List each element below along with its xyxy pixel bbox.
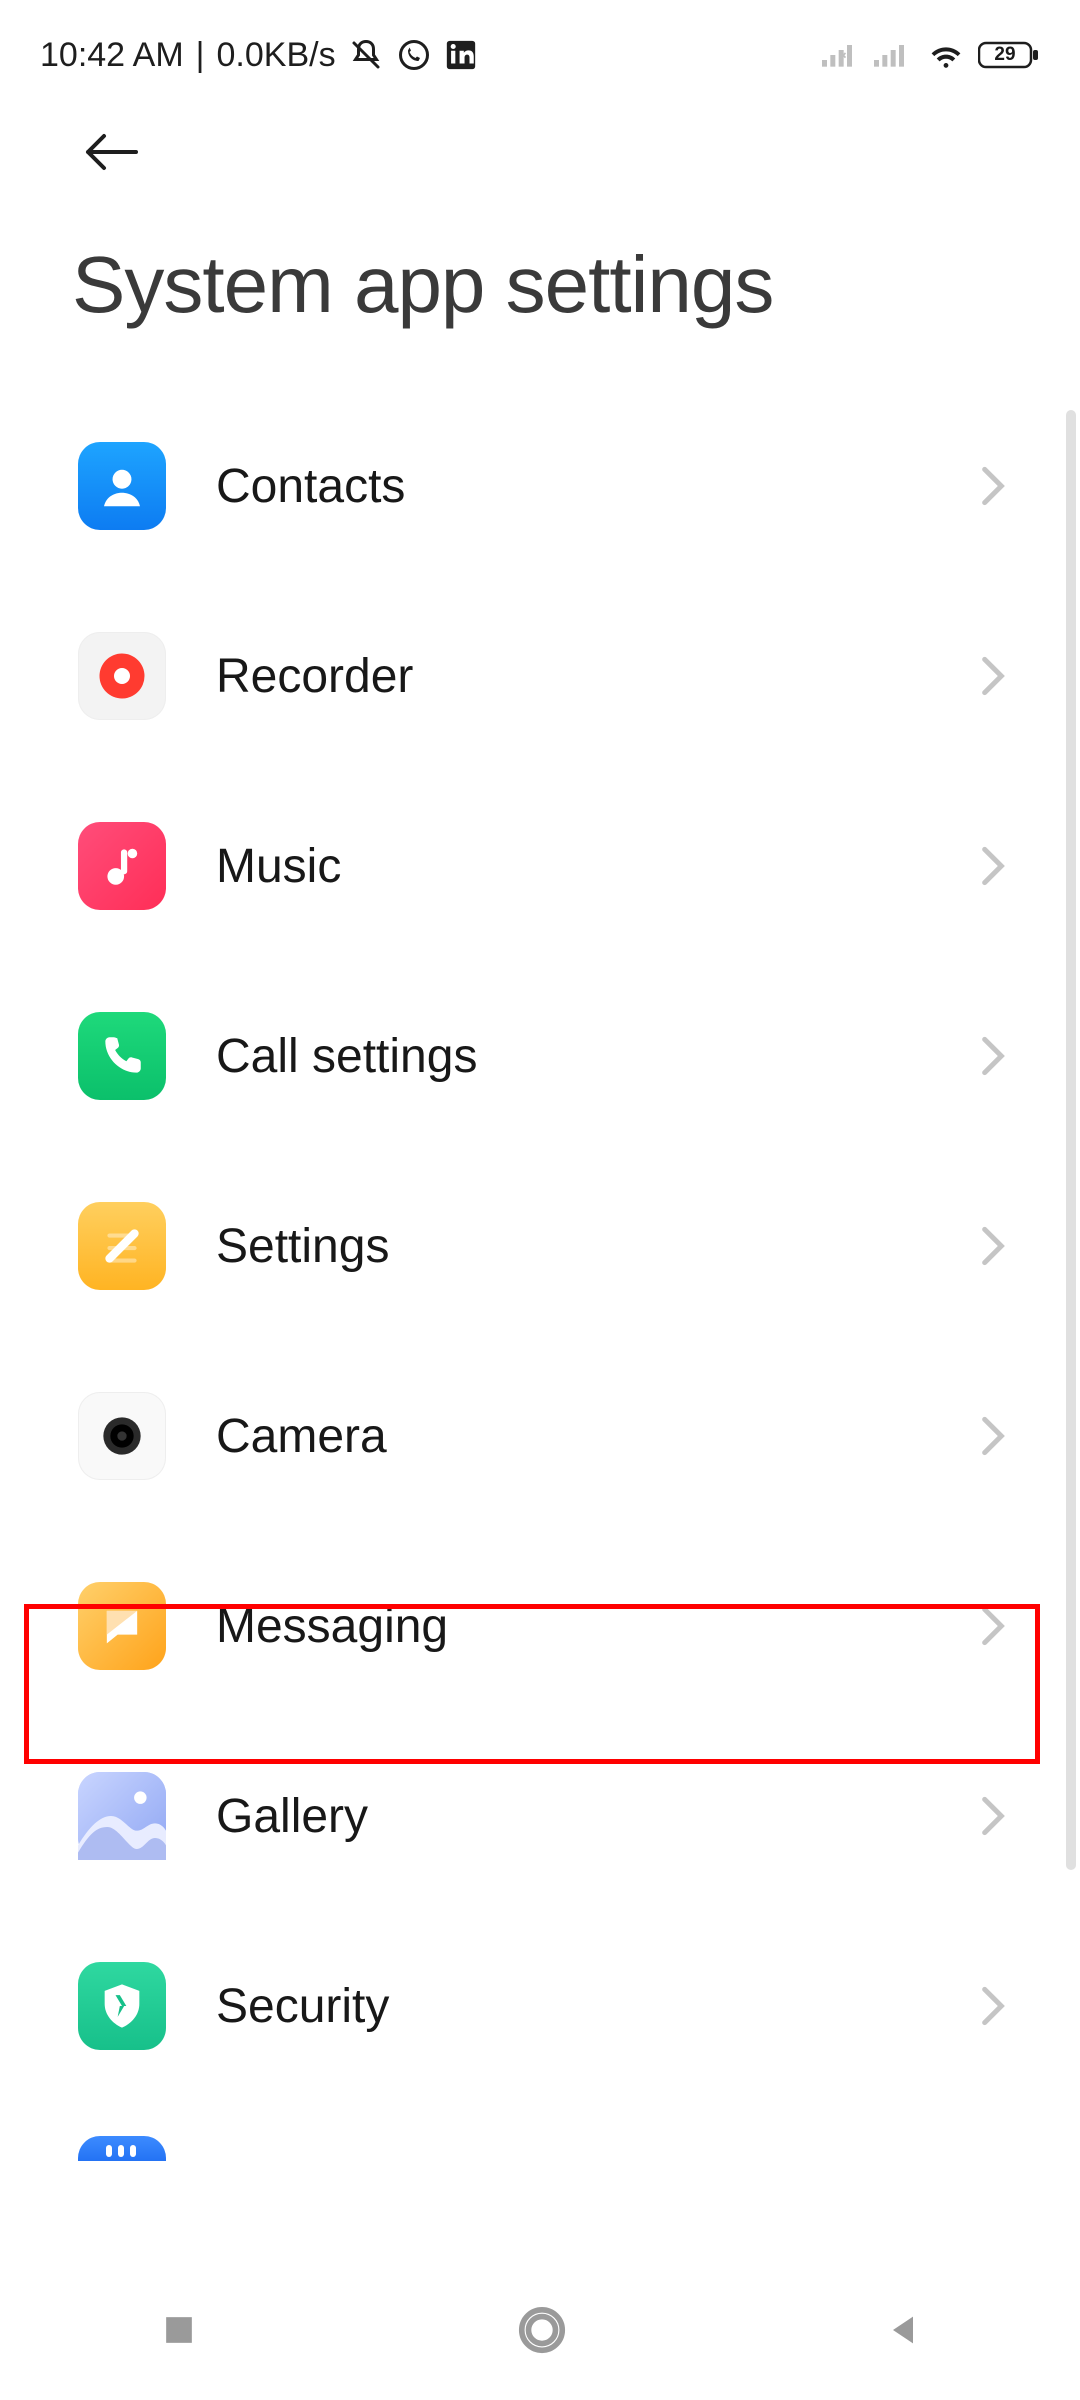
whatsapp-icon — [396, 37, 432, 73]
app-label: Call settings — [216, 1029, 980, 1084]
calendar-icon — [78, 2136, 166, 2161]
shield-icon — [78, 1962, 166, 2050]
chevron-right-icon — [980, 846, 1020, 886]
chevron-right-icon — [980, 656, 1020, 696]
app-row-contacts[interactable]: Contacts — [78, 391, 1040, 581]
app-row-call-settings[interactable]: Call settings — [78, 961, 1040, 1151]
status-time: 10:42 AM — [40, 36, 184, 75]
app-row-recorder[interactable]: Recorder — [78, 581, 1040, 771]
signal1-icon — [822, 40, 862, 70]
app-label: Contacts — [216, 459, 980, 514]
signal2-icon — [874, 40, 914, 70]
dnd-icon — [348, 37, 384, 73]
battery-level: 29 — [978, 40, 1032, 70]
app-list: Contacts Recorder Music Call settings Se… — [0, 391, 1080, 2161]
contacts-icon — [78, 442, 166, 530]
gallery-icon — [78, 1772, 166, 1860]
app-label: Settings — [216, 1219, 980, 1274]
phone-icon — [78, 1012, 166, 1100]
status-left: 10:42 AM | 0.0KB/s — [40, 36, 478, 75]
chevron-right-icon — [980, 1986, 1020, 2026]
nav-back-button[interactable] — [883, 2310, 923, 2350]
status-sep: | — [196, 36, 205, 75]
app-row-music[interactable]: Music — [78, 771, 1040, 961]
app-label: Security — [216, 1979, 980, 2034]
chevron-right-icon — [980, 1036, 1020, 1076]
battery-icon: 29 — [978, 40, 1040, 70]
camera-icon — [78, 1392, 166, 1480]
app-row-messaging[interactable]: Messaging — [78, 1531, 1040, 1721]
page-title: System app settings — [0, 219, 1080, 391]
app-row-gallery[interactable]: Gallery — [78, 1721, 1040, 1911]
chevron-right-icon — [980, 1606, 1020, 1646]
app-label: Messaging — [216, 1599, 980, 1654]
scrollbar[interactable] — [1066, 410, 1076, 1870]
status-bar: 10:42 AM | 0.0KB/s 29 — [0, 0, 1080, 90]
back-button[interactable] — [80, 130, 144, 179]
app-row-settings[interactable]: Settings — [78, 1151, 1040, 1341]
app-row-security[interactable]: Security — [78, 1911, 1040, 2101]
notes-icon — [78, 1202, 166, 1290]
chevron-right-icon — [980, 466, 1020, 506]
recorder-icon — [78, 632, 166, 720]
chevron-right-icon — [980, 1416, 1020, 1456]
music-icon — [78, 822, 166, 910]
linkedin-icon — [444, 38, 478, 72]
app-label: Camera — [216, 1409, 980, 1464]
messaging-icon — [78, 1582, 166, 1670]
nav-bar — [0, 2260, 1080, 2400]
nav-recent-button[interactable] — [157, 2308, 201, 2352]
chevron-right-icon — [980, 1796, 1020, 1836]
status-net-speed: 0.0KB/s — [217, 36, 336, 75]
app-row-camera[interactable]: Camera — [78, 1341, 1040, 1531]
status-right: 29 — [822, 39, 1040, 71]
app-label: Music — [216, 839, 980, 894]
app-label: Recorder — [216, 649, 980, 704]
app-label: Gallery — [216, 1789, 980, 1844]
nav-home-button[interactable] — [515, 2303, 569, 2357]
chevron-right-icon — [980, 1226, 1020, 1266]
app-row-partial[interactable] — [78, 2101, 1040, 2161]
wifi-icon — [926, 39, 966, 71]
